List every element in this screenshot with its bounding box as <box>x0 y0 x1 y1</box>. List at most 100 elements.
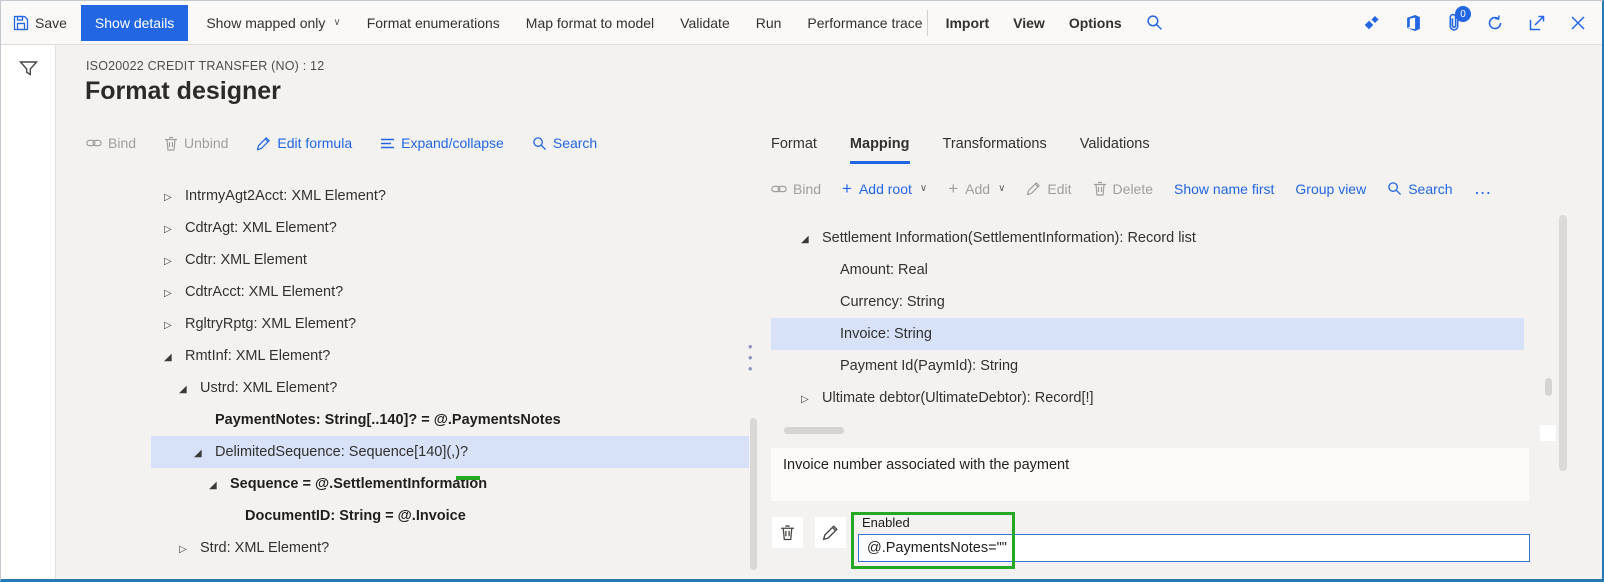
tree-row[interactable]: IntrmyAgt2Acct: XML Element? <box>151 180 749 212</box>
format-enumerations-button[interactable]: Format enumerations <box>367 15 500 31</box>
tree-row[interactable]: Ultimate debtor(UltimateDebtor): Record[… <box>771 382 1524 414</box>
performance-trace-button[interactable]: Performance trace <box>807 15 922 31</box>
filter-pane-button[interactable] <box>18 59 39 84</box>
open-in-new-window-button[interactable] <box>1528 14 1546 32</box>
chevron-down-icon: ∨ <box>998 183 1006 194</box>
tree-row-label: Ustrd: XML Element? <box>200 380 338 396</box>
tree-row-label: CdtrAcct: XML Element? <box>185 284 344 300</box>
expand-arrow-icon[interactable] <box>194 444 215 460</box>
expand-arrow-icon[interactable] <box>164 220 185 236</box>
tab[interactable]: Mapping <box>849 136 910 164</box>
tree-row[interactable]: PaymentNotes: String[..140]? = @.Payment… <box>151 404 749 436</box>
expand-arrow-icon[interactable] <box>164 284 185 300</box>
run-button[interactable]: Run <box>756 15 782 31</box>
tab[interactable]: Transformations <box>943 136 1047 164</box>
tree-row-label: DelimitedSequence: Sequence[140](,)? <box>215 444 469 460</box>
edit-formula-button[interactable]: Edit formula <box>256 135 352 151</box>
import-menu[interactable]: Import <box>946 15 990 31</box>
tab[interactable]: Format <box>771 136 817 164</box>
mapping-horizontal-scrollbar[interactable] <box>784 427 844 434</box>
toolbar-search-button[interactable] <box>1146 14 1163 31</box>
tree-row[interactable]: DocumentID: String = @.Invoice <box>151 500 749 532</box>
format-structure-tree: IntrmyAgt2Acct: XML Element? CdtrAgt: XM… <box>151 180 749 564</box>
panel-splitter-handle[interactable]: • • • <box>748 340 753 375</box>
tree-row[interactable]: CdtrAgt: XML Element? <box>151 212 749 244</box>
tree-row[interactable]: Strd: XML Element? <box>151 532 749 564</box>
tree-row[interactable]: Ustrd: XML Element? <box>151 372 749 404</box>
diamonds-icon <box>1364 15 1379 29</box>
show-details-button[interactable]: Show details <box>80 4 189 41</box>
unbind-button[interactable]: Unbind <box>164 135 228 151</box>
expand-arrow-icon[interactable] <box>801 230 822 246</box>
pencil-icon <box>1027 182 1041 196</box>
search-icon <box>1388 182 1402 196</box>
tree-row[interactable]: DelimitedSequence: Sequence[140](,)? <box>151 436 749 468</box>
tree-row-label: IntrmyAgt2Acct: XML Element? <box>185 188 386 204</box>
expand-arrow-icon[interactable] <box>164 348 185 364</box>
chevron-down-icon: ∨ <box>919 183 928 194</box>
add-root-button[interactable]: + Add root ∨ <box>842 179 927 199</box>
attachments-button[interactable]: 0 <box>1446 6 1471 32</box>
bind-button[interactable]: Bind <box>86 135 136 151</box>
tree-row[interactable]: Settlement Information(SettlementInforma… <box>771 222 1524 254</box>
tree-row[interactable]: Cdtr: XML Element <box>151 244 749 276</box>
map-format-to-model-button[interactable]: Map format to model <box>526 15 654 31</box>
tree-row[interactable]: Amount: Real <box>771 254 1524 286</box>
attachments-count-badge: 0 <box>1455 6 1471 22</box>
delete-button[interactable]: Delete <box>1093 181 1153 197</box>
expand-collapse-button[interactable]: Expand/collapse <box>380 135 504 151</box>
group-view-button[interactable]: Group view <box>1295 181 1366 197</box>
refresh-button[interactable] <box>1486 14 1504 32</box>
tree-row-label: Sequence = @.SettlementInformation <box>230 476 488 492</box>
tab-label: Validations <box>1079 136 1150 152</box>
view-menu[interactable]: View <box>1013 15 1045 31</box>
save-button[interactable]: Save <box>13 15 67 31</box>
expand-arrow-icon[interactable] <box>164 252 185 268</box>
enabled-formula-input[interactable] <box>858 534 1530 562</box>
office-apps-button[interactable] <box>1405 14 1422 32</box>
tree-row[interactable]: CdtrAcct: XML Element? <box>151 276 749 308</box>
tree-row[interactable]: Payment Id(PaymId): String <box>771 350 1524 382</box>
tree-row[interactable]: RmtInf: XML Element? <box>151 340 749 372</box>
left-tree-scrollbar[interactable] <box>750 418 757 570</box>
tree-row[interactable]: Sequence = @.SettlementInformation <box>151 468 749 500</box>
tree-row[interactable]: Currency: String <box>771 286 1524 318</box>
tree-row-label: Invoice: String <box>840 326 932 342</box>
mapping-tree-scrollbar[interactable] <box>1545 378 1552 396</box>
tree-row-label: Amount: Real <box>840 262 928 278</box>
expand-arrow-icon[interactable] <box>164 188 185 204</box>
tab-label: Format <box>771 136 817 152</box>
options-menu[interactable]: Options <box>1069 15 1122 31</box>
format-tree-search-button[interactable]: Search <box>532 135 597 151</box>
mapping-search-button[interactable]: Search <box>1387 181 1453 197</box>
delete-binding-button[interactable] <box>772 517 803 548</box>
edit-formula-detail-button[interactable] <box>815 517 846 548</box>
expand-arrow-icon[interactable] <box>801 390 822 406</box>
edit-button[interactable]: Edit <box>1026 181 1072 197</box>
plus-icon: + <box>842 178 852 198</box>
expand-arrow-icon[interactable] <box>179 540 200 556</box>
tree-row[interactable]: Invoice: String <box>771 318 1524 350</box>
tree-row[interactable]: RgltryRptg: XML Element? <box>151 308 749 340</box>
tab[interactable]: Validations <box>1080 136 1150 164</box>
insights-button[interactable] <box>1363 14 1381 32</box>
tree-row-label: PaymentNotes: String[..140]? = @.Payment… <box>215 412 561 428</box>
tree-row-label: DocumentID: String = @.Invoice <box>245 508 466 524</box>
more-commands-button[interactable]: … <box>1474 178 1493 199</box>
tree-row-label: RgltryRptg: XML Element? <box>185 316 357 332</box>
mapping-bind-button[interactable]: Bind <box>771 181 821 197</box>
close-page-button[interactable] <box>1570 15 1586 31</box>
expand-arrow-icon[interactable] <box>179 380 200 396</box>
right-panel-scrollbar[interactable] <box>1559 215 1567 471</box>
mapping-tab-strip: Format Mapping Transformations Validatio… <box>771 136 1150 164</box>
field-description: Invoice number associated with the payme… <box>771 448 1529 501</box>
show-mapped-only-dropdown[interactable]: Show mapped only ∨ <box>206 15 340 31</box>
scrollbar-corner <box>1540 425 1556 441</box>
show-name-first-button[interactable]: Show name first <box>1174 181 1274 197</box>
expand-arrow-icon[interactable] <box>164 316 185 332</box>
expand-arrow-icon[interactable] <box>209 476 230 492</box>
tree-row-label: Settlement Information(SettlementInforma… <box>822 230 1196 246</box>
validate-button[interactable]: Validate <box>680 15 730 31</box>
add-button[interactable]: + Add ∨ <box>948 179 1005 199</box>
tab-label: Mapping <box>849 136 910 152</box>
